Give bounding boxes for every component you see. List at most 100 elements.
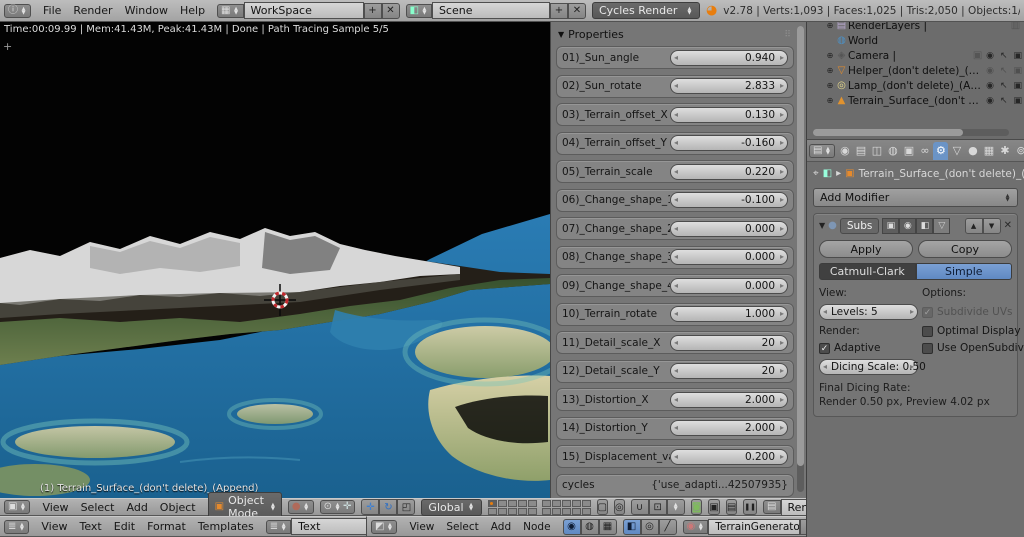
expander-icon[interactable]: ⊕: [825, 51, 835, 60]
panel-grip-icon[interactable]: ⠿: [784, 30, 792, 40]
view3d-menu-view[interactable]: View: [36, 501, 74, 514]
property-value-slider[interactable]: 0.000: [670, 249, 788, 265]
property-value-slider[interactable]: 2.833: [670, 78, 788, 94]
eye-icon[interactable]: ◉: [986, 51, 994, 61]
adaptive-checkbox[interactable]: ✓: [819, 342, 830, 354]
tab-render-icon[interactable]: ◉: [837, 142, 852, 160]
outliner-item[interactable]: ⊕ ◈ Camera | ▣ ◉ ↖ ▣: [811, 48, 1022, 63]
layer-cell[interactable]: [507, 499, 517, 507]
layer-cell[interactable]: [571, 507, 581, 515]
property-value-slider[interactable]: 0.000: [670, 220, 788, 237]
text-menu-text[interactable]: Text: [74, 520, 108, 533]
outliner-item[interactable]: ⊕▲Terrain_Surface_(don't delete)_◉ ↖ ▣: [811, 93, 1022, 108]
text-editor-selector[interactable]: ≣: [4, 519, 30, 534]
tab-material-icon[interactable]: ●: [965, 142, 980, 160]
layer-cell[interactable]: [541, 499, 551, 507]
add-workspace-button[interactable]: +: [363, 2, 382, 19]
optimal-display-toggle[interactable]: ✓ Optimal Display: [922, 325, 1024, 337]
cursor-icon[interactable]: ↖: [1000, 96, 1008, 106]
cycles-property-row[interactable]: cycles {'use_adapti...42507935}: [556, 473, 794, 497]
render-engine-dropdown[interactable]: Cycles Render: [591, 2, 700, 19]
node-menu-select[interactable]: Select: [440, 521, 484, 533]
outliner-item-label[interactable]: Lamp_(don't delete)_(Append): [848, 80, 984, 92]
camera-toggle-icon[interactable]: ▣: [1013, 66, 1022, 76]
layer-cell[interactable]: [527, 499, 537, 507]
expand-icon[interactable]: ▼: [819, 222, 825, 230]
layer-cell[interactable]: [507, 507, 517, 515]
eye-icon[interactable]: ◉: [986, 96, 994, 106]
texture-shader-icon[interactable]: ▦: [598, 518, 617, 535]
opensubdiv-checkbox[interactable]: ✓: [922, 342, 933, 354]
manip-rotate-icon[interactable]: ↻: [379, 499, 398, 515]
toolshelf-expand-icon[interactable]: +: [3, 40, 12, 53]
layer-cell[interactable]: [561, 507, 571, 515]
tab-texture-icon[interactable]: ▦: [981, 142, 996, 160]
scene-name-field[interactable]: Scene: [431, 2, 550, 19]
property-value-slider[interactable]: 20: [670, 334, 788, 351]
material-name-field[interactable]: TerrainGenerator: [708, 518, 801, 535]
eye-icon[interactable]: ◉: [986, 66, 994, 76]
layer-cell[interactable]: [497, 507, 507, 515]
view3d-editor-selector[interactable]: ▣: [4, 500, 31, 514]
tab-object-icon[interactable]: ▣: [901, 142, 916, 160]
property-value-slider[interactable]: 0.000: [670, 277, 788, 294]
cursor-icon[interactable]: ↖: [1000, 81, 1008, 91]
add-scene-button[interactable]: +: [549, 2, 568, 19]
manip-scale-icon[interactable]: ◰: [397, 499, 416, 515]
view3d-menu-add[interactable]: Add: [121, 501, 154, 514]
tab-renderlayers-icon[interactable]: ▤: [853, 142, 868, 160]
topbar-menu-help[interactable]: Help: [174, 4, 211, 17]
layer-cell[interactable]: [487, 499, 497, 507]
outliner-item-label[interactable]: Terrain_Surface_(don't delete)_: [848, 95, 984, 107]
property-value-slider[interactable]: 0.200: [670, 448, 788, 465]
pause-icon[interactable]: ❚❚: [743, 499, 758, 515]
proportional-edit-icon[interactable]: ◎: [613, 499, 625, 515]
property-value-slider[interactable]: 2.000: [670, 420, 788, 436]
apply-button[interactable]: Apply: [819, 240, 913, 258]
property-value-slider[interactable]: 2.000: [670, 391, 788, 408]
camera-toggle-icon[interactable]: ▣: [1013, 96, 1022, 106]
expander-icon[interactable]: ⊕: [825, 21, 835, 30]
layer-cell[interactable]: [487, 507, 497, 515]
manip-translate-icon[interactable]: ✛: [361, 499, 380, 515]
tab-scene-icon[interactable]: ◫: [869, 142, 884, 160]
copy-button[interactable]: Copy: [918, 240, 1012, 258]
viewport-toggle-icon[interactable]: ◉: [899, 218, 917, 234]
topbar-menu-render[interactable]: Render: [67, 4, 118, 17]
layer-cell[interactable]: [517, 507, 527, 515]
layer-cell[interactable]: [551, 507, 561, 515]
world-shader-icon[interactable]: ◍: [580, 518, 599, 535]
layer-cell[interactable]: [561, 499, 571, 507]
expander-icon[interactable]: ⊕: [825, 96, 835, 105]
properties-panel-header[interactable]: ▼ Properties ⠿: [556, 25, 794, 46]
move-down-icon[interactable]: ▼: [982, 218, 1001, 234]
npanel-scrollbar[interactable]: [797, 26, 804, 492]
camera-toggle-icon[interactable]: ▣: [1013, 81, 1022, 91]
outliner-scrollbar-thumb[interactable]: [813, 129, 963, 136]
outliner-item-label[interactable]: Camera |: [848, 50, 971, 62]
outliner-item[interactable]: ⊕▽Helper_(don't delete)_(Append◉ ↖ ▣: [811, 63, 1022, 78]
tab-world-icon[interactable]: ◍: [885, 142, 900, 160]
delete-workspace-button[interactable]: ✕: [381, 2, 400, 19]
render-toggle-icon[interactable]: ▣: [882, 218, 900, 234]
subdivide-uvs-checkbox[interactable]: ✓: [922, 306, 933, 318]
text-menu-view[interactable]: View: [35, 520, 73, 533]
outliner-item-label[interactable]: Helper_(don't delete)_(Append: [848, 65, 984, 77]
topbar-menu-window[interactable]: Window: [119, 4, 174, 17]
view3d-menu-object[interactable]: Object: [154, 501, 202, 514]
property-value-slider[interactable]: 0.940: [670, 49, 788, 66]
cursor-icon[interactable]: ↖: [1000, 66, 1008, 76]
modifier-name-field[interactable]: Subs: [839, 218, 880, 234]
layer-cell[interactable]: [517, 499, 527, 507]
opensubdiv-toggle[interactable]: ✓ Use OpenSubdiv: [922, 342, 1024, 354]
property-value-slider[interactable]: 1.000: [670, 306, 788, 322]
layer-cell[interactable]: [571, 499, 581, 507]
layer-cell[interactable]: [581, 507, 591, 515]
node-menu-add[interactable]: Add: [485, 521, 517, 533]
tab-constraints-icon[interactable]: ∞: [917, 142, 932, 160]
layer-cell[interactable]: [581, 499, 591, 507]
slot-line-icon[interactable]: ╱: [658, 518, 677, 535]
outliner-item[interactable]: ◍ World: [811, 33, 1022, 48]
workspace-name-field[interactable]: WorkSpace: [243, 2, 364, 19]
backdrop-icon[interactable]: ▢: [596, 499, 608, 515]
